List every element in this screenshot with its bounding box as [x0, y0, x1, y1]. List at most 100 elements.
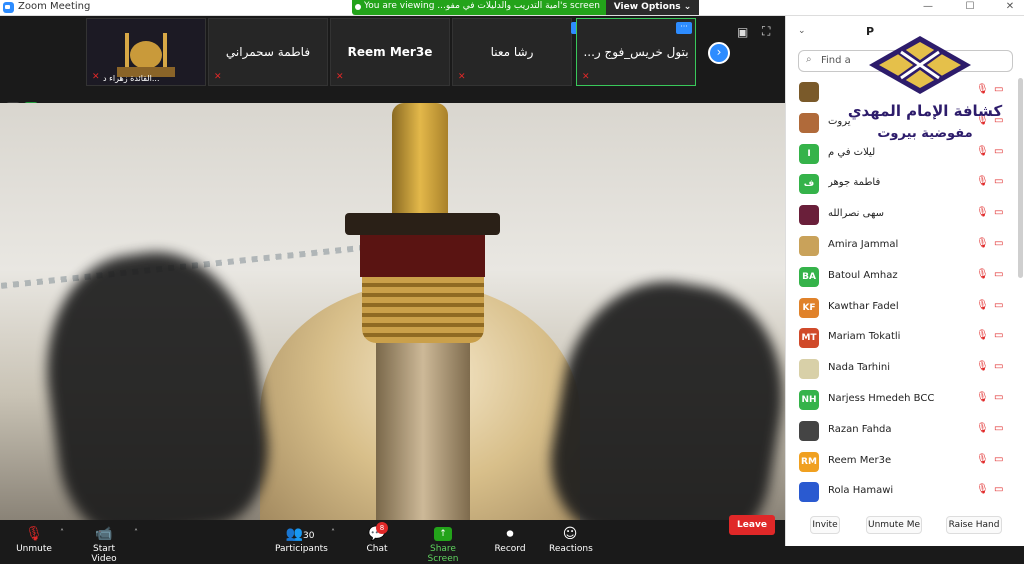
participant-row[interactable]: Razan Fahda 🎙 ▭ [786, 417, 1018, 448]
participants-button[interactable]: 👥30 Participants ˄ [275, 524, 335, 554]
share-banner-text: You are viewing ...امية التدريب والدليلا… [364, 1, 600, 11]
video-tile-active[interactable]: ...بتول خريس_فوج ر ✕ ··· [576, 18, 696, 86]
participant-row[interactable]: NH Narjess Hmedeh BCC 🎙 ▭ [786, 386, 1018, 417]
participant-list-scrollbar[interactable] [1018, 78, 1023, 278]
avatar [799, 359, 819, 380]
unmute-me-button[interactable]: Unmute Me [866, 516, 922, 534]
meeting-area: ✕ القائدة زهراء د... فاطمة سحمراني ✕ Ree… [0, 16, 785, 564]
chevron-up-icon[interactable]: ˄ [331, 528, 335, 537]
muted-mic-icon: 🎙 [976, 268, 989, 280]
muted-mic-icon: 🎙 [976, 299, 989, 311]
reactions-button[interactable]: ☺ Reactions [549, 524, 593, 554]
left-hand [31, 239, 279, 520]
avatar: NH [799, 389, 819, 410]
avatar: ف [799, 174, 819, 195]
close-button[interactable]: ✕ [1002, 1, 1018, 12]
more-options-button[interactable]: ··· [676, 22, 692, 34]
start-video-button[interactable]: 📹 Start Video ˄ [80, 524, 138, 564]
muted-mic-icon: ✕ [336, 72, 344, 82]
share-screen-button[interactable]: ↑ Share Screen [416, 524, 470, 564]
video-tile[interactable]: فاطمة سحمراني ✕ [208, 18, 328, 86]
chevron-up-icon[interactable]: ˄ [60, 528, 64, 537]
video-off-icon: ▭ [994, 176, 1004, 188]
maximize-button[interactable]: ☐ [962, 1, 978, 12]
avatar: RM [799, 451, 819, 472]
muted-mic-icon: 🎙 [976, 361, 989, 373]
tile-name: Reem Mer3e [347, 45, 433, 59]
participant-row[interactable]: Rola Hamawi 🎙 ▭ [786, 478, 1018, 509]
participant-row[interactable]: ف فاطمة جوهر 🎙 ▭ [786, 170, 1018, 201]
unmute-button[interactable]: 🎙 Unmute ˄ [14, 524, 64, 554]
video-tile[interactable]: رشا معنا ✕ ··· [452, 18, 587, 86]
minaret-spire [392, 103, 448, 218]
layout-icon[interactable]: ▣ [737, 25, 748, 39]
avatar [799, 420, 819, 441]
participant-row[interactable]: سهى نصرالله 🎙 ▭ [786, 201, 1018, 232]
minaret-gold-band [362, 277, 484, 343]
muted-mic-icon: 🎙 [976, 207, 989, 219]
avatar [799, 235, 819, 256]
search-icon: ⌕ [806, 54, 812, 65]
minimize-button[interactable]: — [920, 1, 936, 12]
minaret-balcony [345, 213, 500, 235]
participant-name: سهى نصرالله [828, 208, 884, 220]
muted-mic-icon: ✕ [582, 72, 590, 82]
chevron-up-icon[interactable]: ˄ [134, 528, 138, 537]
video-off-icon: ▭ [994, 391, 1004, 403]
tile-name: فاطمة سحمراني [225, 45, 311, 59]
avatar: MT [799, 328, 819, 349]
video-off-icon: ▭ [994, 237, 1004, 249]
participant-name: Narjess Hmedeh BCC [828, 392, 935, 404]
participant-row[interactable]: BA Batoul Amhaz 🎙 ▭ [786, 263, 1018, 294]
chat-button[interactable]: 💬 8 Chat [364, 522, 390, 554]
window-title: Zoom Meeting [18, 1, 91, 12]
participant-name: Rola Hamawi [828, 485, 894, 497]
next-page-button[interactable]: › [708, 42, 730, 64]
muted-mic-icon: ✕ [458, 72, 466, 82]
participant-name: Razan Fahda [828, 423, 892, 435]
participant-row[interactable]: KF Kawthar Fadel 🎙 ▭ [786, 294, 1018, 325]
screen-share-banner: You are viewing ...امية التدريب والدليلا… [352, 0, 699, 15]
start-video-label: Start Video [91, 544, 117, 564]
video-off-icon: ▭ [994, 484, 1004, 496]
zoom-app-icon [3, 2, 14, 13]
meeting-toolbar: 🎙 Unmute ˄ 📹 Start Video ˄ 👥30 Participa… [0, 520, 785, 564]
avatar: KF [799, 297, 819, 318]
participant-name: Kawthar Fadel [828, 300, 899, 312]
tile-name: ...بتول خريس_فوج ر [583, 45, 689, 59]
video-off-icon: ▭ [994, 268, 1004, 280]
avatar: I [799, 143, 819, 164]
raise-hand-button[interactable]: Raise Hand [946, 516, 1002, 534]
avatar [799, 205, 819, 226]
video-off-icon: ▭ [994, 330, 1004, 342]
avatar [799, 112, 819, 133]
participant-name: Nada Tarhini [828, 362, 891, 374]
chevron-down-icon[interactable]: ⌄ [798, 26, 806, 36]
tile-caption: القائدة زهراء د... [103, 74, 160, 83]
muted-mic-icon: 🎙 [25, 526, 43, 542]
participants-count: 30 [302, 531, 315, 541]
participant-row[interactable]: Amira Jammal 🎙 ▭ [786, 232, 1018, 263]
invite-button[interactable]: Invite [810, 516, 840, 534]
leave-button[interactable]: Leave [729, 515, 775, 535]
video-strip: ✕ القائدة زهراء د... فاطمة سحمراني ✕ Ree… [0, 16, 785, 88]
scouts-logo-emblem [869, 36, 971, 94]
muted-mic-icon: 🎙 [976, 391, 989, 403]
record-button[interactable]: ⏺ Record [494, 524, 526, 554]
video-off-icon: ▭ [994, 453, 1004, 465]
video-off-icon: 📹 [95, 526, 113, 542]
avatar: BA [799, 266, 819, 287]
fullscreen-icon[interactable]: ⛶ [762, 24, 770, 39]
participant-name: Mariam Tokatli [828, 331, 901, 343]
muted-mic-icon: 🎙 [976, 330, 989, 342]
participant-row[interactable]: MT Mariam Tokatli 🎙 ▭ [786, 324, 1018, 355]
video-tile[interactable]: ✕ القائدة زهراء د... [86, 18, 206, 86]
view-options-button[interactable]: View Options ⌄ [606, 0, 699, 15]
sharing-indicator-icon [355, 4, 361, 10]
logo-subtitle: مفوضية بيروت [877, 126, 973, 141]
reactions-icon: ☺ [562, 526, 578, 542]
video-tile[interactable]: Reem Mer3e ✕ [330, 18, 450, 86]
participant-row[interactable]: RM Reem Mer3e 🎙 ▭ [786, 448, 1018, 479]
participant-row[interactable]: Nada Tarhini 🎙 ▭ [786, 355, 1018, 386]
record-icon: ⏺ [506, 526, 514, 542]
